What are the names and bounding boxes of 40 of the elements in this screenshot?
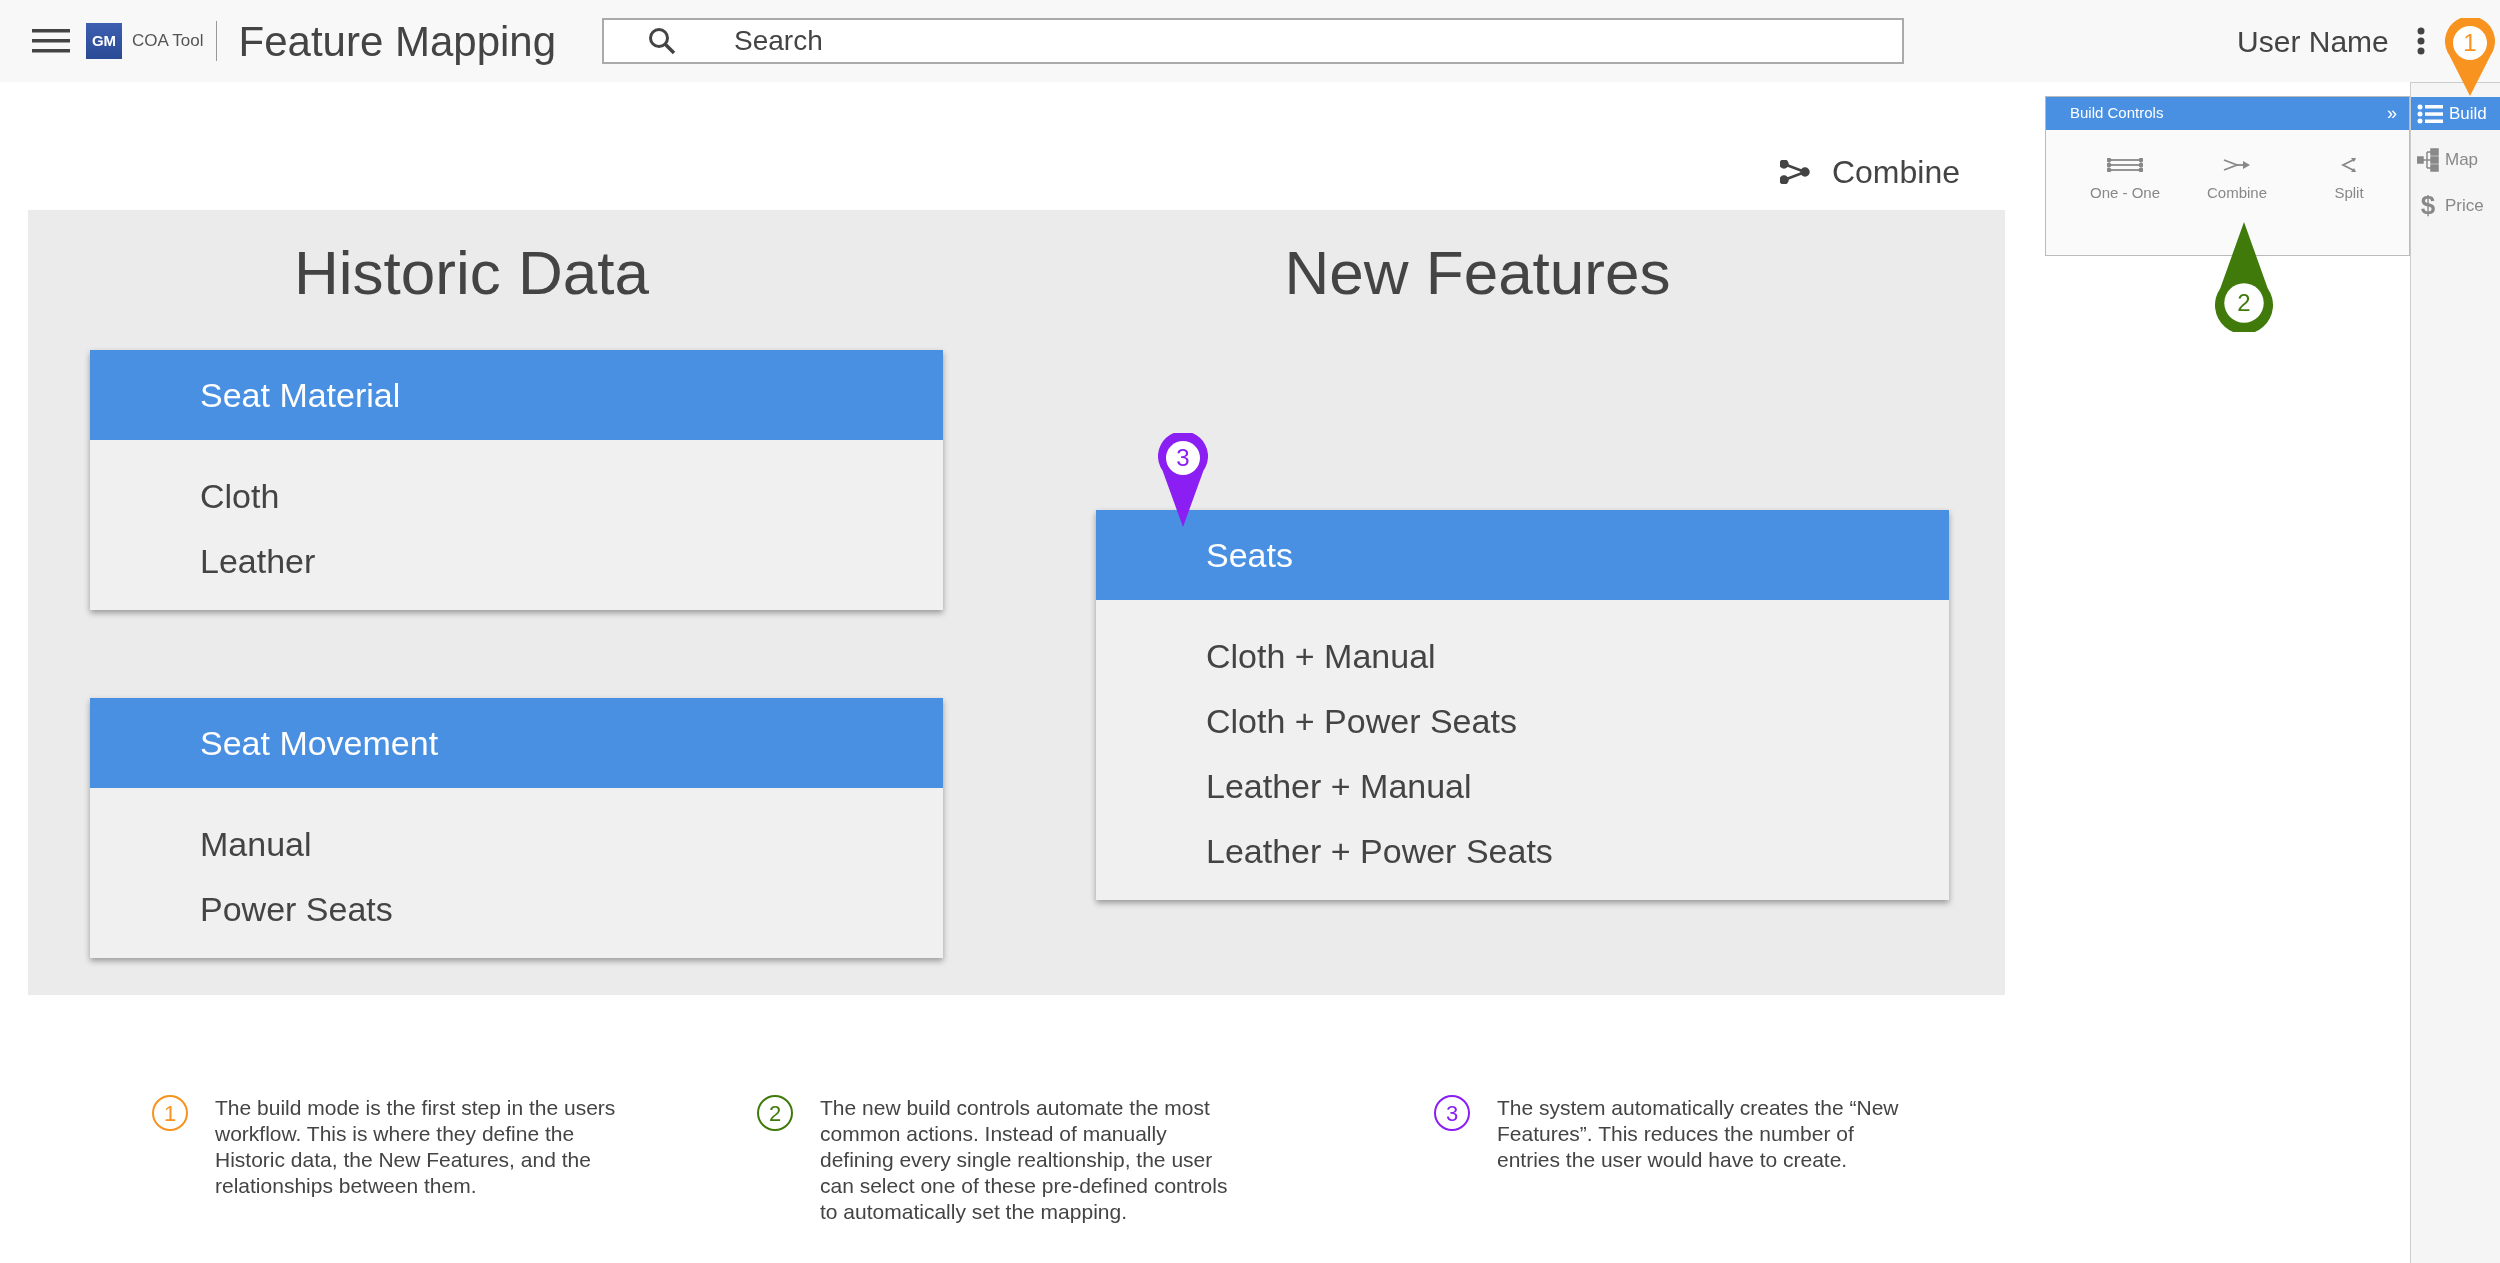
feature-item[interactable]: Leather <box>200 529 943 594</box>
feature-item[interactable]: Leather + Manual <box>1206 754 1949 819</box>
menu-icon[interactable] <box>32 28 70 54</box>
combine-icon <box>1779 160 1810 184</box>
group-name: Seat Material <box>200 374 401 416</box>
column-title: Historic Data <box>294 236 649 309</box>
dollar-icon: $ <box>2417 186 2439 225</box>
list-icon <box>2417 103 2443 124</box>
logo: GM <box>86 23 122 59</box>
annotation-text: The system automatically creates the “New Features”. This reduces the number of entries the user would have to create. <box>1497 1095 1900 1173</box>
feature-item[interactable]: Manual <box>200 812 943 877</box>
page-title: Feature Mapping <box>238 16 557 67</box>
column-title: New Features <box>1284 236 1671 309</box>
feature-item[interactable]: Cloth <box>200 464 943 529</box>
merge-arrow-icon <box>2223 158 2251 172</box>
annotation-text: The new build controls automate the most common actions. Instead of manually defining every single realtionship, the user can select one of these pre-defined controls to automatically set the mapping. <box>820 1095 1229 1225</box>
group-name: Seat Movement <box>200 722 439 764</box>
parallel-lines-icon <box>2107 158 2143 172</box>
feature-item[interactable]: Cloth + Manual <box>1206 624 1949 689</box>
number-badge: 1 <box>152 1095 188 1131</box>
search-icon <box>648 27 677 55</box>
search-field[interactable]: Search <box>602 18 1905 64</box>
pin-number: 3 <box>1175 446 1191 470</box>
feature-item[interactable]: Power Seats <box>200 877 943 942</box>
hierarchy-icon <box>2417 147 2439 172</box>
more-options-icon[interactable] <box>2416 27 2425 55</box>
build-control-button[interactable]: One - One <box>2069 156 2181 205</box>
app-name: COA Tool <box>132 30 204 53</box>
pin-number: 1 <box>2462 31 2478 55</box>
number-badge: 2 <box>757 1095 793 1131</box>
pin-number: 2 <box>2236 291 2252 315</box>
annotation-text: The build mode is the first step in the users workflow. This is where they define the Historic data, the New Features, and the relationships between them. <box>215 1095 617 1199</box>
panel-title: Build Controls <box>2070 103 2164 124</box>
number-badge: 3 <box>1434 1095 1470 1131</box>
user-name[interactable]: User Name <box>2237 18 2389 64</box>
feature-item[interactable]: Cloth + Power Seats <box>1206 689 1949 754</box>
group-name: Seats <box>1206 534 1293 576</box>
feature-item[interactable]: Leather + Power Seats <box>1206 819 1949 884</box>
split-arrow-icon <box>2341 157 2357 173</box>
combine-button[interactable]: Combine <box>1779 148 1960 196</box>
